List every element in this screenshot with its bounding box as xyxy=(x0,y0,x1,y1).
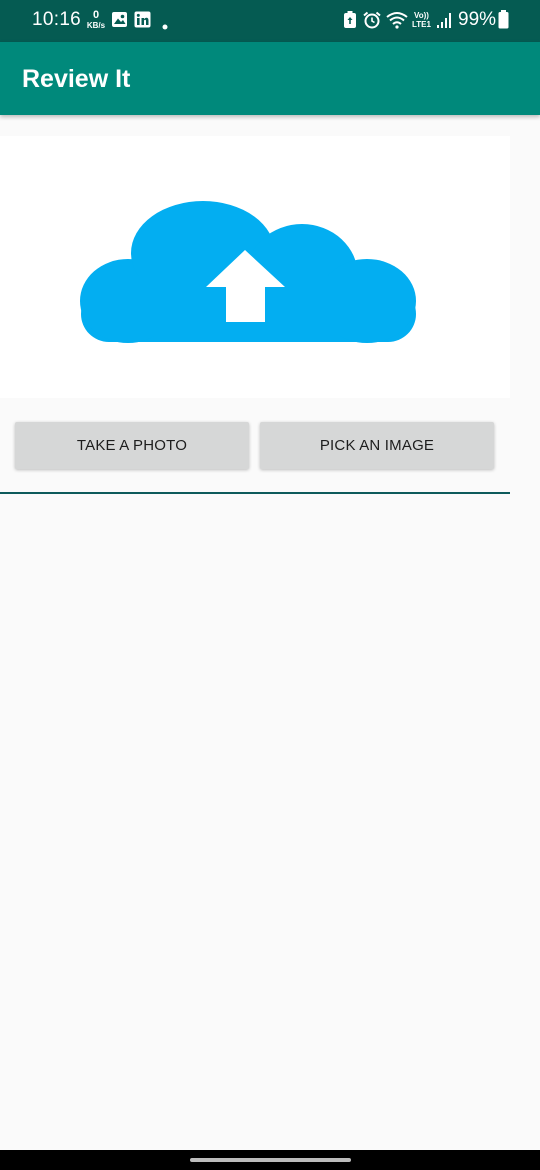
volte-label: Vo)) xyxy=(414,11,429,20)
battery-percent: 99% xyxy=(458,9,497,30)
dot-icon xyxy=(162,17,168,35)
take-photo-button[interactable]: TAKE A PHOTO xyxy=(15,422,249,469)
pick-image-button[interactable]: PICK AN IMAGE xyxy=(260,422,494,469)
navigation-bar xyxy=(0,1150,540,1170)
home-gesture-handle[interactable] xyxy=(190,1158,351,1162)
battery-icon xyxy=(498,10,509,34)
alarm-icon xyxy=(363,11,381,34)
network-speed-value: 0 xyxy=(92,9,100,21)
signal-icon xyxy=(436,12,453,34)
status-time: 10:16 xyxy=(32,9,82,30)
network-speed-unit: KB/s xyxy=(86,21,106,30)
wifi-icon xyxy=(386,11,408,34)
divider xyxy=(0,492,510,494)
status-bar: 10:16 0 KB/s Vo)) LTE1 99% xyxy=(0,0,540,42)
image-preview[interactable] xyxy=(0,136,510,398)
cloud-upload-icon xyxy=(80,201,416,343)
battery-saver-icon xyxy=(343,11,357,34)
network-speed: 0 KB/s xyxy=(86,9,106,31)
volte-indicator: Vo)) LTE1 xyxy=(412,11,431,29)
gallery-icon xyxy=(111,11,128,33)
app-bar: Review It xyxy=(0,42,540,115)
app-title: Review It xyxy=(22,65,131,93)
lte-label: LTE1 xyxy=(412,20,431,29)
linkedin-icon xyxy=(134,11,151,33)
